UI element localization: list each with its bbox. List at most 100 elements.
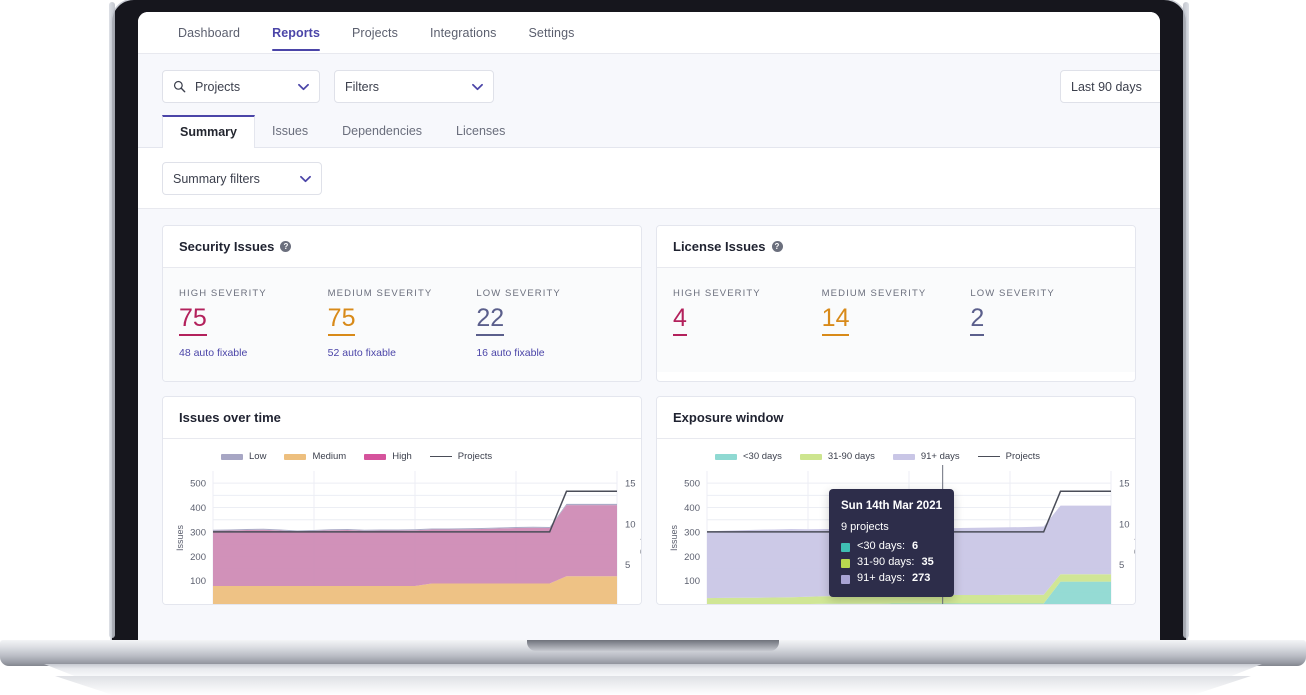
search-icon [173,80,186,93]
tooltip-title: Sun 14th Mar 2021 [841,499,942,512]
legend-label: Low [249,451,267,463]
metric-label: MEDIUM SEVERITY [821,288,927,299]
metric-value[interactable]: 22 [476,304,505,336]
legend-swatch-icon [221,453,243,460]
svg-text:500: 500 [684,478,700,489]
summary-filters-value: Summary filters [173,171,260,186]
issues-over-time-card: Issues over time Low Medium High Project… [162,395,642,605]
legend-item-under-30-days[interactable]: <30 days [715,451,782,462]
filter-bar: Projects Filters Last 90 days [138,54,1160,114]
nav-label: Integrations [429,26,497,40]
legend-swatch-icon [799,453,822,460]
svg-text:200: 200 [190,552,206,563]
svg-text:5: 5 [1119,560,1124,571]
nav-label: Reports [272,26,320,40]
date-range-select[interactable]: Last 90 days [1060,70,1160,103]
metric-high-severity: HIGH SEVERITY 4 [673,288,822,350]
metric-value[interactable]: 4 [673,304,687,336]
svg-text:Issues: Issues [175,524,185,551]
tab-label: Issues [271,124,309,138]
metric-sublabel[interactable]: 48 auto fixable [179,347,328,359]
nav-item-dashboard[interactable]: Dashboard [162,14,256,51]
metric-sublabel[interactable]: 52 auto fixable [328,347,477,359]
metric-value[interactable]: 2 [970,304,985,336]
metric-label: HIGH SEVERITY [179,288,267,299]
nav-item-integrations[interactable]: Integrations [414,14,513,51]
svg-text:300: 300 [190,527,206,538]
card-title-text: License Issues [673,239,766,254]
metric-value[interactable]: 14 [821,304,850,336]
legend-swatch-icon [364,453,387,460]
metric-label: LOW SEVERITY [476,288,561,299]
tooltip-row-91-plus: 91+ days: 273 [841,571,942,587]
help-icon[interactable]: ? [771,241,783,252]
legend-label: 91+ days [920,451,960,463]
legend-swatch-icon [715,453,737,460]
tooltip-row-value: 273 [912,572,931,585]
project-select-value: Projects [195,79,241,94]
issues-chart-svg: 100 200 300 400 500 5 10 15 Issues Projects [175,470,641,604]
license-metrics: HIGH SEVERITY 4 MEDIUM SEVERITY 14 LOW S… [657,268,1135,372]
svg-text:400: 400 [190,503,206,514]
tooltip-swatch-icon [841,574,850,584]
laptop-reflection [55,676,1251,695]
legend-item-projects[interactable]: Projects [429,451,493,463]
app-window: Dashboard Reports Projects Integrations … [138,12,1160,640]
legend-item-medium[interactable]: Medium [284,451,346,462]
metric-value[interactable]: 75 [327,304,356,336]
summary-filters-select[interactable]: Summary filters [162,162,322,195]
svg-text:5: 5 [625,560,630,571]
svg-text:15: 15 [1119,478,1130,489]
legend-label: 31-90 days [827,451,875,463]
metric-low-severity: LOW SEVERITY 2 [970,288,1119,350]
nav-item-settings[interactable]: Settings [513,14,591,51]
nav-item-reports[interactable]: Reports [256,14,336,51]
legend-swatch-icon [284,453,307,460]
legend-item-low[interactable]: Low [221,451,266,462]
tooltip-row-value: 35 [921,556,934,569]
legend-label: Projects [457,451,493,463]
tab-label: Dependencies [342,124,423,138]
help-icon[interactable]: ? [280,241,292,252]
chevron-down-icon [458,83,483,91]
metric-label: MEDIUM SEVERITY [327,288,433,299]
license-issues-card: License Issues ? HIGH SEVERITY 4 MEDIUM … [656,225,1136,382]
svg-text:10: 10 [1119,519,1130,530]
svg-text:Issues: Issues [669,524,679,551]
svg-text:10: 10 [625,519,636,530]
legend-label: <30 days [743,451,782,463]
tab-issues[interactable]: Issues [255,115,325,147]
legend-item-high[interactable]: High [364,451,412,462]
legend-label: Projects [1005,451,1040,463]
metric-label: LOW SEVERITY [970,288,1055,299]
security-issues-title: Security Issues ? [163,226,641,268]
filters-select[interactable]: Filters [334,70,494,103]
tooltip-row-under-30: <30 days: 6 [841,539,942,555]
license-issues-title: License Issues ? [657,226,1135,268]
severity-card-row: Security Issues ? HIGH SEVERITY 75 48 au… [162,225,1136,382]
card-title-text: Issues over time [179,409,281,425]
metric-value[interactable]: 75 [179,304,207,336]
issues-chart-legend: Low Medium High Projects [173,449,627,465]
legend-item-31-90-days[interactable]: 31-90 days [799,451,875,463]
legend-item-projects[interactable]: Projects [977,451,1040,463]
nav-item-projects[interactable]: Projects [336,14,414,51]
svg-text:400: 400 [684,503,700,514]
metric-sublabel[interactable]: 16 auto fixable [476,347,625,359]
chevron-down-icon [284,83,309,91]
legend-line-icon [429,456,452,458]
nav-label: Settings [528,26,575,40]
tab-licenses[interactable]: Licenses [439,115,522,147]
svg-text:100: 100 [684,576,700,587]
tab-summary[interactable]: Summary [162,115,255,148]
tooltip-swatch-icon [841,542,850,552]
exposure-plot-area: 100 200 300 400 500 5 10 15 Issues Projects Sun 1… [667,464,1135,604]
legend-item-91-plus-days[interactable]: 91+ days [892,451,960,463]
project-select[interactable]: Projects [162,70,320,103]
tab-dependencies[interactable]: Dependencies [325,115,439,147]
tooltip-row-label: 91+ days: [857,572,906,585]
metric-high-severity: HIGH SEVERITY 75 48 auto fixable [179,288,328,359]
laptop-screen: Dashboard Reports Projects Integrations … [138,12,1160,640]
svg-text:200: 200 [684,552,700,563]
tab-label: Licenses [456,124,506,138]
